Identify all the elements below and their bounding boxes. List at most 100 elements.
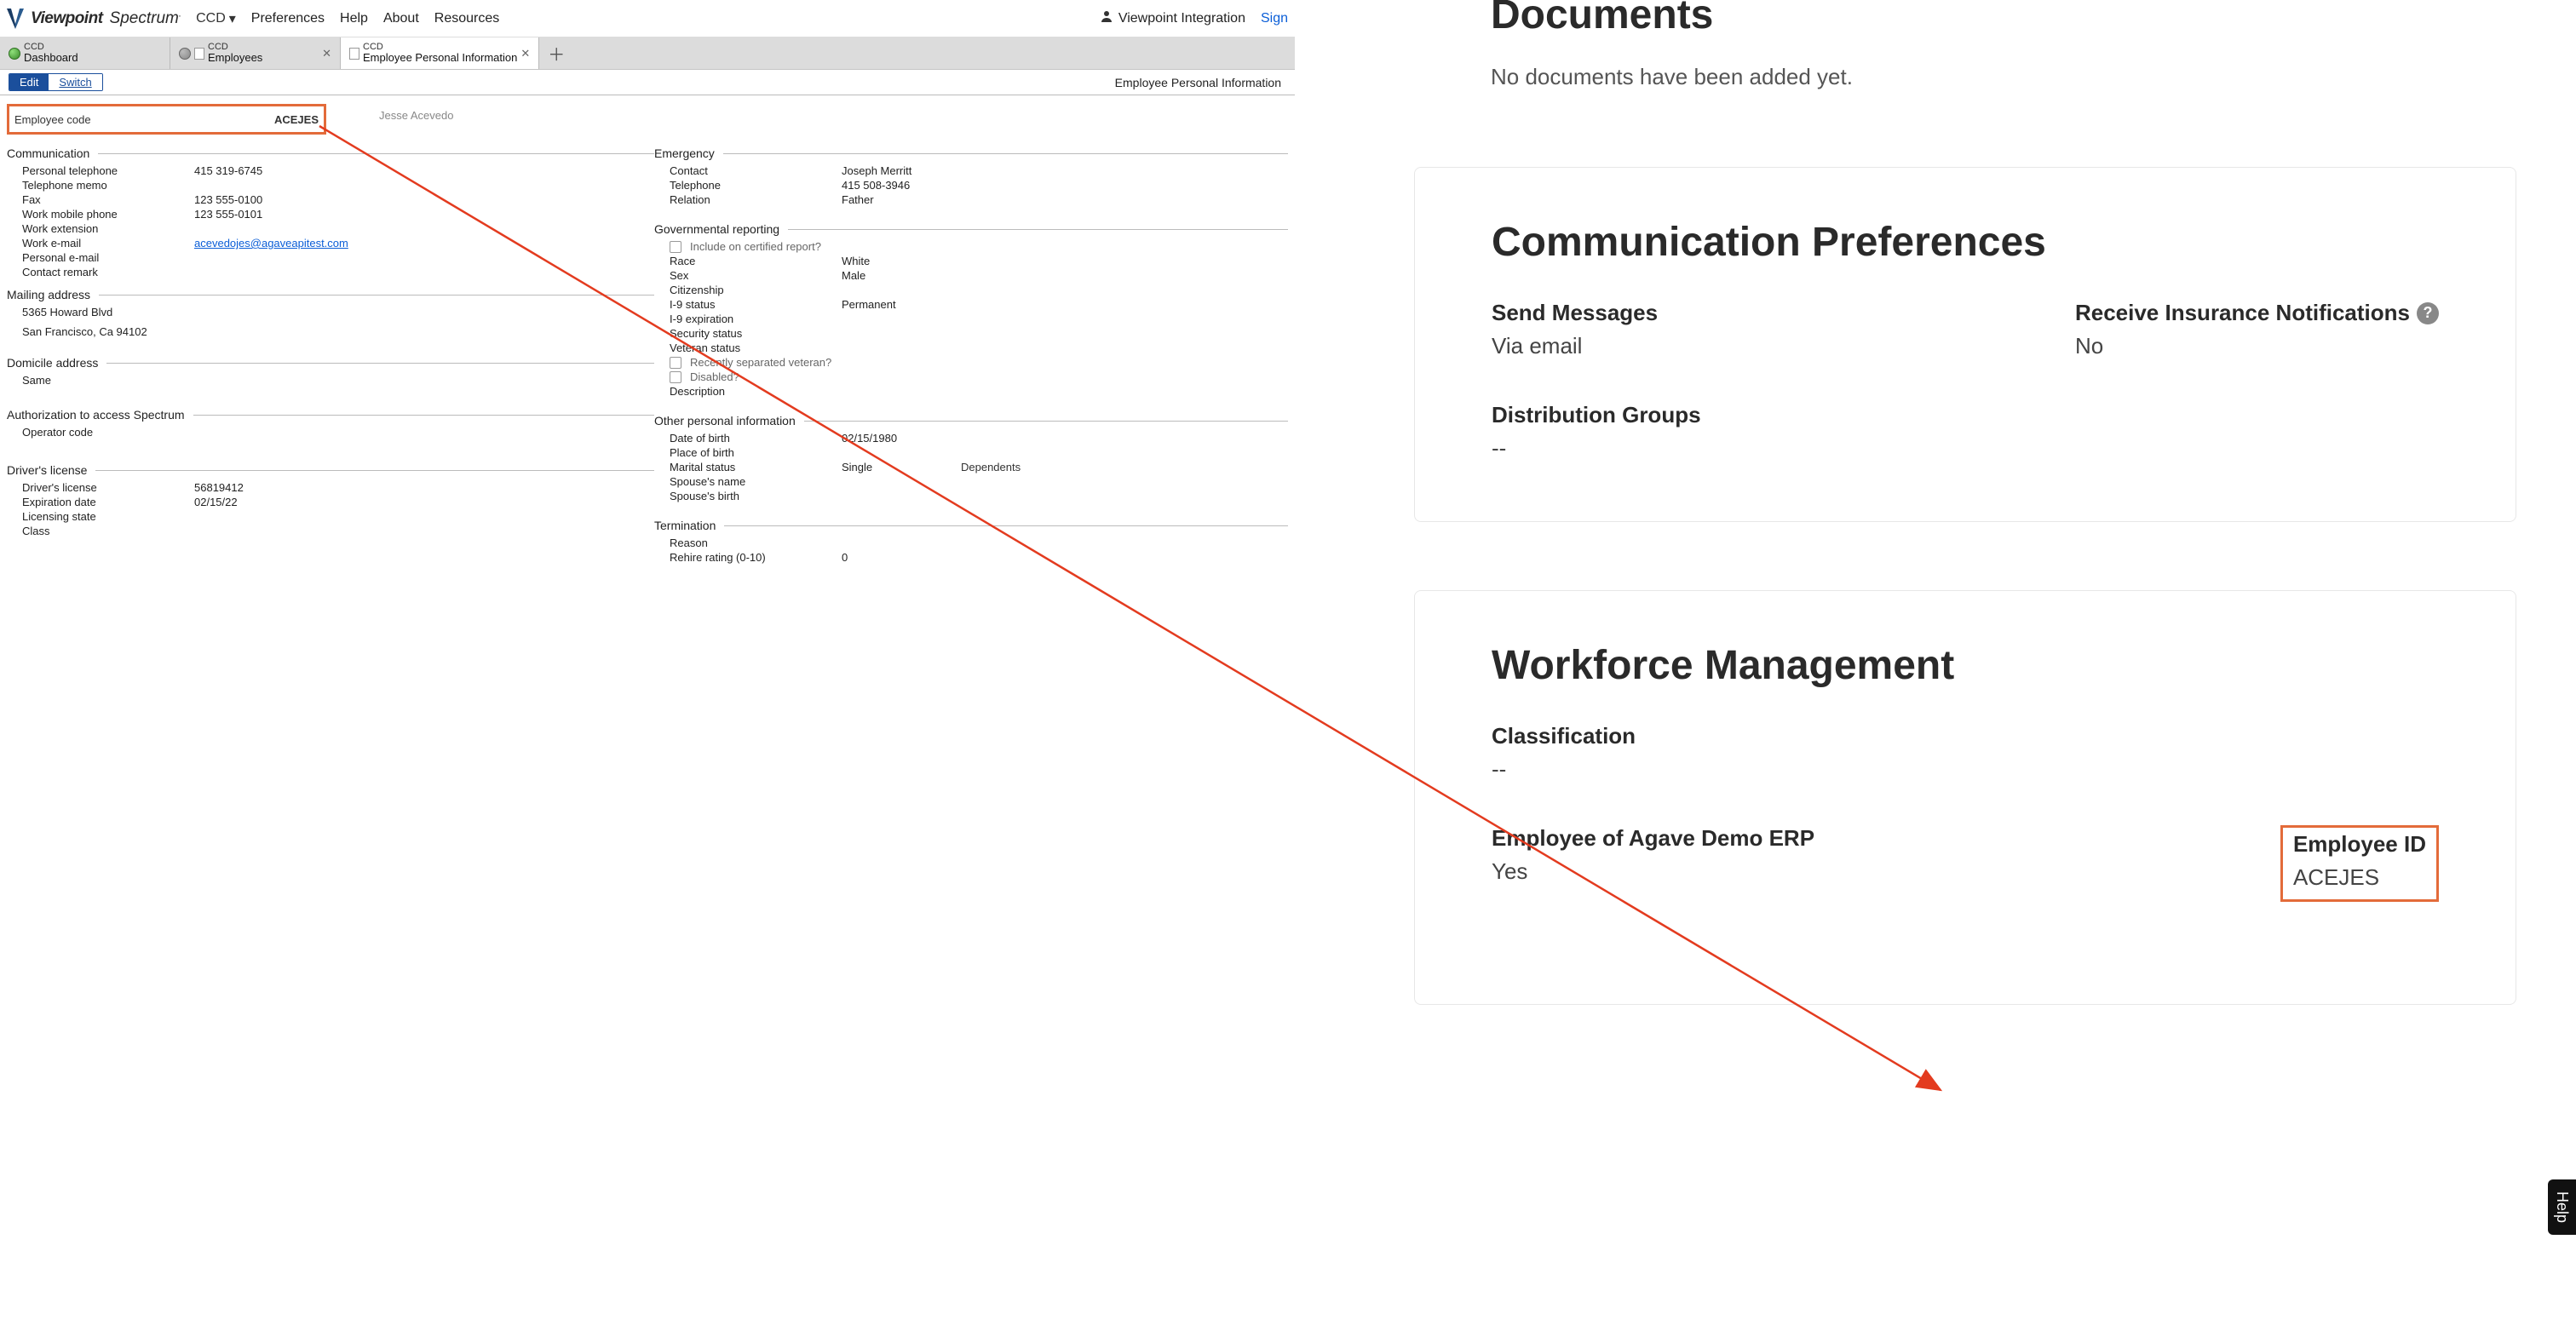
signout-link[interactable]: Sign xyxy=(1261,11,1288,26)
section-emergency: Emergency xyxy=(654,146,1288,160)
label-pob: Place of birth xyxy=(654,446,842,459)
logo-text-2: Spectrum. xyxy=(110,9,181,28)
documents-heading: Documents xyxy=(1491,0,2516,38)
label-employee-id: Employee ID xyxy=(2293,831,2426,858)
right-column: Emergency ContactJoseph Merritt Telephon… xyxy=(654,138,1288,565)
field-classification: Classification -- xyxy=(1492,723,2439,783)
label-work-email: Work e-mail xyxy=(7,237,194,250)
label-security-status: Security status xyxy=(654,327,842,340)
field-send-messages: Send Messages Via email xyxy=(1492,300,1658,359)
chevron-down-icon: ▾ xyxy=(229,10,236,27)
logo-text-1: Viewpoint xyxy=(31,9,103,28)
label-emergency-relation: Relation xyxy=(654,193,842,206)
topbar: Viewpoint Spectrum. CCD ▾ Preferences He… xyxy=(0,0,1295,37)
workforce-heading: Workforce Management xyxy=(1492,642,2439,689)
checkbox-certified-report[interactable] xyxy=(670,241,681,253)
content: Employee code ACEJES Jesse Acevedo Commu… xyxy=(0,95,1295,573)
work-email-link[interactable]: acevedojes@agaveapitest.com xyxy=(194,237,348,250)
checkbox-disabled[interactable] xyxy=(670,371,681,383)
tab-dashboard[interactable]: CCD Dashboard xyxy=(0,37,170,69)
label-termination-reason: Reason xyxy=(654,537,842,549)
value-personal-telephone: 415 319-6745 xyxy=(194,164,654,177)
value-licensing-state xyxy=(194,510,654,523)
domicile-same: Same xyxy=(7,374,194,387)
switch-button[interactable]: Switch xyxy=(49,74,101,90)
user-icon xyxy=(1100,9,1113,27)
tab-employees[interactable]: CCD Employees ✕ xyxy=(170,37,341,69)
label-distribution-groups: Distribution Groups xyxy=(1492,402,2439,428)
plus-icon: ＋ xyxy=(548,41,565,66)
user-menu[interactable]: Viewpoint Integration xyxy=(1100,9,1245,27)
section-termination: Termination xyxy=(654,519,1288,532)
value-i9-status: Permanent xyxy=(842,298,1288,311)
label-rehire-rating: Rehire rating (0-10) xyxy=(654,551,842,564)
label-fax: Fax xyxy=(7,193,194,206)
employee-code-value: ACEJES xyxy=(274,113,319,126)
section-license: Driver's license xyxy=(7,463,654,477)
value-pob xyxy=(842,446,1288,459)
label-employee-of: Employee of Agave Demo ERP xyxy=(1492,825,1814,852)
value-classification: -- xyxy=(1492,756,2439,783)
label-classification: Classification xyxy=(1492,723,2439,749)
label-contact-remark: Contact remark xyxy=(7,266,194,278)
tab-label: Employee Personal Information xyxy=(363,52,517,64)
tab-strip: CCD Dashboard CCD Employees ✕ CCD Employ… xyxy=(0,37,1295,70)
close-icon[interactable]: ✕ xyxy=(520,47,530,60)
label-certified-report: Include on certified report? xyxy=(690,240,821,253)
label-i9-expiration: I-9 expiration xyxy=(654,313,842,325)
tab-label: Dashboard xyxy=(24,52,78,64)
label-receive-insurance: Receive Insurance Notifications xyxy=(2075,300,2410,326)
company-dropdown[interactable]: CCD ▾ xyxy=(196,10,236,27)
app-spectrum: Viewpoint Spectrum. CCD ▾ Preferences He… xyxy=(0,0,1295,1337)
nav-preferences[interactable]: Preferences xyxy=(251,11,325,26)
close-icon[interactable]: ✕ xyxy=(322,47,331,60)
page-icon xyxy=(349,48,359,60)
field-employee-id: Employee ID ACEJES xyxy=(2293,831,2426,891)
new-tab-button[interactable]: ＋ xyxy=(539,37,573,69)
value-license-number: 56819412 xyxy=(194,481,654,494)
nav-about[interactable]: About xyxy=(383,11,419,26)
label-marital-status: Marital status xyxy=(654,461,842,473)
help-tab[interactable]: Help xyxy=(2548,1179,2576,1235)
section-auth: Authorization to access Spectrum xyxy=(7,408,654,422)
label-license-number: Driver's license xyxy=(7,481,194,494)
label-race: Race xyxy=(654,255,842,267)
label-dependents: Dependents xyxy=(961,461,1021,473)
label-telephone-memo: Telephone memo xyxy=(7,179,194,192)
label-veteran-status: Veteran status xyxy=(654,341,842,354)
label-disabled: Disabled? xyxy=(690,370,739,383)
value-emergency-relation: Father xyxy=(842,193,1288,206)
value-employee-of: Yes xyxy=(1492,858,1814,885)
right-pane: Documents No documents have been added y… xyxy=(1295,0,2576,1337)
status-dot-icon xyxy=(179,48,191,60)
value-rehire-rating: 0 xyxy=(842,551,1288,564)
label-work-extension: Work extension xyxy=(7,222,194,235)
field-distribution-groups: Distribution Groups -- xyxy=(1492,402,2439,462)
tab-employee-personal-information[interactable]: CCD Employee Personal Information ✕ xyxy=(341,37,539,69)
toolbar: Edit Switch Employee Personal Informatio… xyxy=(0,70,1295,95)
value-security-status xyxy=(842,327,1288,340)
edit-button[interactable]: Edit xyxy=(9,74,49,90)
employee-code-label: Employee code xyxy=(14,113,142,126)
value-race: White xyxy=(842,255,1288,267)
label-work-mobile: Work mobile phone xyxy=(7,208,194,221)
value-i9-expiration xyxy=(842,313,1288,325)
value-distribution-groups: -- xyxy=(1492,435,2439,462)
nav-resources[interactable]: Resources xyxy=(434,11,499,26)
value-send-messages: Via email xyxy=(1492,333,1658,359)
nav-help[interactable]: Help xyxy=(340,11,368,26)
section-mailing: Mailing address xyxy=(7,288,654,301)
checkbox-recently-separated[interactable] xyxy=(670,357,681,369)
label-spouse-name: Spouse's name xyxy=(654,475,842,488)
label-license-class: Class xyxy=(7,525,194,537)
value-operator-code xyxy=(194,426,654,439)
documents-empty-state: No documents have been added yet. xyxy=(1491,64,2516,90)
tab-label: Employees xyxy=(208,52,262,64)
value-license-class xyxy=(194,525,654,537)
section-domicile: Domicile address xyxy=(7,356,654,370)
field-receive-insurance: Receive Insurance Notifications ? No xyxy=(2075,300,2439,359)
label-i9-status: I-9 status xyxy=(654,298,842,311)
help-icon[interactable]: ? xyxy=(2417,302,2439,324)
status-dot-icon xyxy=(9,48,20,60)
value-termination-reason xyxy=(842,537,1288,549)
